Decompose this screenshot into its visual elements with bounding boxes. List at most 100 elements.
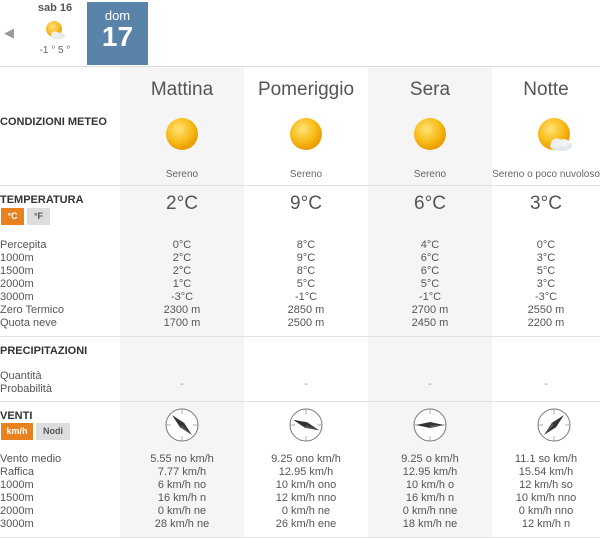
wind-cell: 18 km/h ne xyxy=(402,518,458,530)
wind-cell: 12 km/h n xyxy=(521,518,571,530)
wind-cell: 12.95 km/h xyxy=(278,466,334,478)
temperature-cell: 2500 m xyxy=(287,317,325,329)
sun-cloud-icon xyxy=(535,116,573,154)
sun-icon xyxy=(287,116,325,154)
temperature-cell: 6°C xyxy=(420,252,440,264)
day-tab-current[interactable]: dom 17 xyxy=(87,2,148,65)
temperature-cell: 0°C xyxy=(536,239,556,251)
temperature-cell: 9°C xyxy=(296,252,316,264)
wind-cell: 10 km/h ono xyxy=(275,479,337,491)
section-title-precipitation: PRECIPITAZIONI xyxy=(0,345,88,357)
divider xyxy=(0,401,600,402)
temperature-cell: 2°C xyxy=(172,265,192,277)
wind-cell: 0 km/h nne xyxy=(402,505,458,517)
day-strip: ◀ sab 16 -1 ° 5 ° dom 17 xyxy=(0,0,600,66)
sun-cloud-icon xyxy=(43,20,67,42)
row-label: Percepita xyxy=(0,239,47,251)
row-label: 1500m xyxy=(0,265,34,277)
temperature-cell: 2°C xyxy=(172,252,192,264)
wind-cell: 9.25 o km/h xyxy=(401,453,459,465)
row-label: Zero Termico xyxy=(0,304,64,316)
temperature-cell: 2300 m xyxy=(163,304,201,316)
wind-cell: 0 km/h ne xyxy=(281,505,331,517)
temperature-cell: 5°C xyxy=(296,278,316,290)
temperature-cell: 2450 m xyxy=(411,317,449,329)
knots-button[interactable]: Nodi xyxy=(36,423,70,440)
kmh-button[interactable]: km/h xyxy=(1,423,33,440)
temperature-cell: 5°C xyxy=(536,265,556,277)
day-name: sab 16 xyxy=(37,2,73,14)
wind-cell: 0 km/h nno xyxy=(518,505,574,517)
temperature-cell: 8°C xyxy=(296,265,316,277)
wind-cell: 10 km/h o xyxy=(405,479,455,491)
wind-compass-icon xyxy=(288,407,324,443)
wind-cell: 0 km/h ne xyxy=(157,505,207,517)
temperature-cell: -3°C xyxy=(170,291,194,303)
wind-cell: 28 km/h ne xyxy=(154,518,210,530)
wind-compass-icon xyxy=(536,407,572,443)
temperature-value: 2°C xyxy=(166,193,198,214)
forecast-table: CONDIZIONI METEO TEMPERATURA PRECIPITAZI… xyxy=(0,67,600,538)
temperature-value: 3°C xyxy=(530,193,562,214)
sun-icon xyxy=(163,116,201,154)
temperature-cell: 0°C xyxy=(172,239,192,251)
precipitation-value: - xyxy=(304,378,308,390)
temperature-cell: -3°C xyxy=(534,291,558,303)
temperature-cell: 2200 m xyxy=(527,317,565,329)
wind-cell: 10 km/h nno xyxy=(515,492,577,504)
wind-compass-icon xyxy=(412,407,448,443)
section-title-conditions: CONDIZIONI METEO xyxy=(0,116,107,128)
day-temps: -1 ° 5 ° xyxy=(39,45,71,56)
previous-arrow-icon[interactable]: ◀ xyxy=(2,24,16,42)
wind-compass-icon xyxy=(164,407,200,443)
temperature-value: 9°C xyxy=(290,193,322,214)
row-label: Quota neve xyxy=(0,317,57,329)
period-name: Notte xyxy=(523,79,569,100)
temperature-cell: 2700 m xyxy=(411,304,449,316)
row-label: 2000m xyxy=(0,505,34,517)
period-name: Pomeriggio xyxy=(257,79,355,100)
condition-label: Sereno xyxy=(413,169,447,180)
row-label: 2000m xyxy=(0,278,34,290)
wind-cell: 12 km/h nno xyxy=(275,492,337,504)
wind-cell: 16 km/h n xyxy=(157,492,207,504)
temperature-cell: -1°C xyxy=(418,291,442,303)
period-name: Sera xyxy=(409,79,451,100)
wind-cell: 15.54 km/h xyxy=(518,466,574,478)
temperature-cell: 8°C xyxy=(296,239,316,251)
wind-cell: 26 km/h ene xyxy=(275,518,337,530)
temperature-cell: -1°C xyxy=(294,291,318,303)
temperature-cell: 6°C xyxy=(420,265,440,277)
row-label: 3000m xyxy=(0,291,34,303)
row-label: 1000m xyxy=(0,479,34,491)
celsius-button[interactable]: °C xyxy=(1,208,24,225)
wind-cell: 7.77 km/h xyxy=(157,466,207,478)
condition-label: Sereno xyxy=(165,169,199,180)
temperature-cell: 4°C xyxy=(420,239,440,251)
row-label: 1000m xyxy=(0,252,34,264)
wind-cell: 9.25 ono km/h xyxy=(271,453,341,465)
temperature-cell: 3°C xyxy=(536,252,556,264)
day-number: 17 xyxy=(101,21,134,52)
precipitation-value: - xyxy=(544,378,548,390)
fahrenheit-button[interactable]: °F xyxy=(27,208,50,225)
row-label: 1500m xyxy=(0,492,34,504)
temperature-cell: 3°C xyxy=(536,278,556,290)
wind-cell: 16 km/h n xyxy=(405,492,455,504)
wind-cell: 12.95 km/h xyxy=(402,466,458,478)
temperature-cell: 1700 m xyxy=(163,317,201,329)
precipitation-value: - xyxy=(180,378,184,390)
temperature-value: 6°C xyxy=(414,193,446,214)
section-title-wind: VENTI xyxy=(0,410,33,422)
sun-icon xyxy=(411,116,449,154)
precipitation-value: - xyxy=(428,378,432,390)
temperature-cell: 2550 m xyxy=(527,304,565,316)
period-name: Mattina xyxy=(150,79,214,100)
row-label: Probabilità xyxy=(0,383,52,395)
row-label: Vento medio xyxy=(0,453,62,465)
day-tab-prev[interactable]: sab 16 -1 ° 5 ° xyxy=(28,0,82,66)
condition-label: Sereno o poco nuvoloso xyxy=(492,169,600,180)
wind-cell: 11.1 so km/h xyxy=(514,453,578,465)
wind-cell: 5.55 no km/h xyxy=(150,453,214,465)
temperature-cell: 1°C xyxy=(172,278,192,290)
